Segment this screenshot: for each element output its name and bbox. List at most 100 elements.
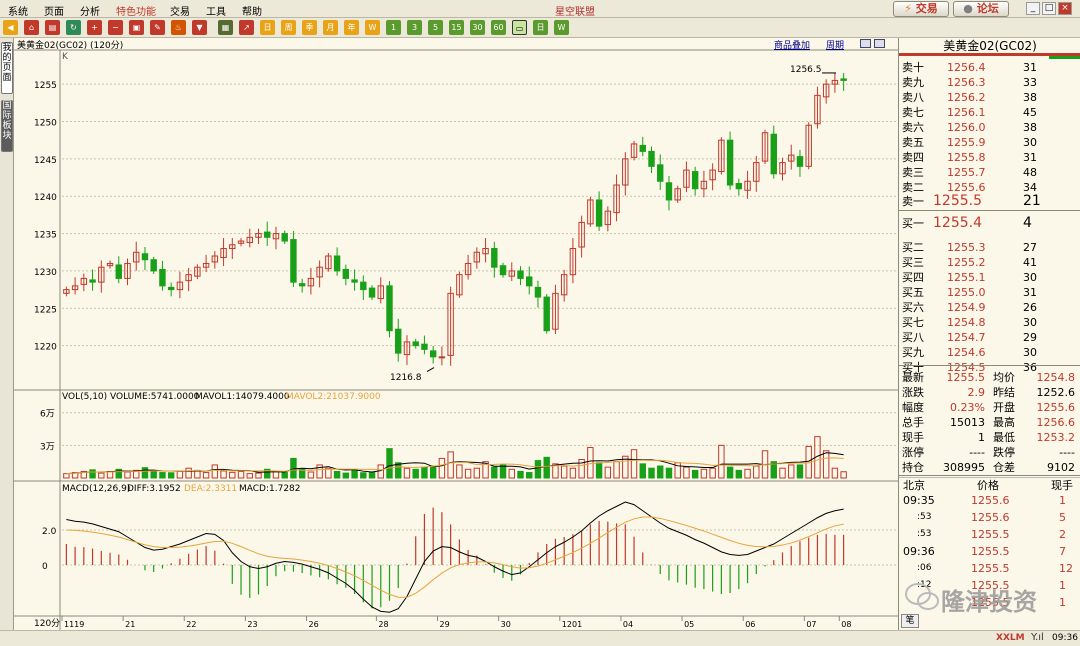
close-icon[interactable]: × <box>1058 2 1072 15</box>
calendar-week-icon[interactable]: 周 <box>281 20 296 35</box>
calendar-m-icon[interactable]: 月 <box>323 20 338 35</box>
stat-key: 涨跌 <box>902 386 924 399</box>
period-120-button[interactable]: ▭ <box>512 20 527 35</box>
tick-time: 09:36 <box>903 545 935 558</box>
period-1-button[interactable]: 1 <box>386 20 401 35</box>
line-chart-icon[interactable]: ↗ <box>239 20 254 35</box>
calendar-day-icon[interactable]: 日 <box>260 20 275 35</box>
menu-features[interactable]: 特色功能 <box>116 3 156 18</box>
tick-row: :53 1255.6 5 <box>899 510 1080 525</box>
volume-bar <box>342 472 350 479</box>
forum-button[interactable]: ● 论坛 <box>953 1 1009 17</box>
tick-price: 1255.6 <box>971 494 1010 507</box>
volume-bar <box>491 466 498 479</box>
tab-my-page[interactable]: 我的页面 <box>1 42 13 94</box>
stat-key: 昨结 <box>993 386 1015 399</box>
filter-icon[interactable]: ▼ <box>192 20 207 35</box>
pen-icon[interactable]: ✎ <box>150 20 165 35</box>
tab-intl-board[interactable]: 国际板块 <box>1 100 13 152</box>
volume-bar <box>255 472 262 479</box>
stat-row: 持仓 308995 仓差 9102 <box>899 460 1080 475</box>
back-icon[interactable]: ◀ <box>3 20 18 35</box>
home-icon[interactable]: ⌂ <box>24 20 39 35</box>
minimize-icon[interactable]: _ <box>1026 2 1040 15</box>
menu-page[interactable]: 页面 <box>44 3 64 18</box>
refresh-icon[interactable]: ↻ <box>66 20 81 35</box>
brush-icon[interactable]: ♨ <box>171 20 186 35</box>
stat-key: 最新 <box>902 371 924 384</box>
menu-analysis[interactable]: 分析 <box>80 3 100 18</box>
period-3-button[interactable]: 3 <box>407 20 422 35</box>
period-link[interactable]: 周期 <box>826 38 844 51</box>
stat-key: 跌停 <box>993 446 1015 459</box>
split-view-icon[interactable] <box>860 39 871 48</box>
bid-volume: 30 <box>1023 346 1037 359</box>
menu-help[interactable]: 帮助 <box>242 3 262 18</box>
ask-price: 1255.9 <box>947 136 986 149</box>
maximize-icon[interactable]: □ <box>1042 2 1056 15</box>
volume-bar <box>421 466 428 479</box>
period-30-button[interactable]: 30 <box>470 20 485 35</box>
volume-bar <box>220 470 227 479</box>
tick-qty: 12 <box>1059 562 1073 575</box>
volume-bar <box>796 464 804 479</box>
volume-bar <box>229 471 236 479</box>
volume-bar <box>691 469 699 479</box>
candle-body <box>298 283 306 287</box>
candle-body <box>726 139 734 186</box>
period-week-button[interactable]: W <box>554 20 569 35</box>
ask-volume: 45 <box>1023 106 1037 119</box>
period-w-button[interactable]: W <box>365 20 380 35</box>
volume-bar <box>333 470 341 479</box>
time-tick-label: 04 <box>623 620 633 629</box>
ask-row: 卖九 1256.3 33 <box>899 75 1080 90</box>
stat-key: 均价 <box>993 371 1015 384</box>
quote-divider <box>899 210 1080 211</box>
expand-view-icon[interactable] <box>874 39 885 48</box>
period-5-button[interactable]: 5 <box>428 20 443 35</box>
menu-trade[interactable]: 交易 <box>170 3 190 18</box>
table-icon[interactable]: ▦ <box>218 20 233 35</box>
volume-bar <box>630 449 638 479</box>
period-15-button[interactable]: 15 <box>449 20 464 35</box>
window-icon[interactable]: ▣ <box>129 20 144 35</box>
calendar-y-icon[interactable]: 年 <box>344 20 359 35</box>
volume-bar <box>211 464 219 479</box>
zoom-out-icon[interactable]: − <box>108 20 123 35</box>
menu-system[interactable]: 系统 <box>8 3 28 18</box>
period-60-button[interactable]: 60 <box>491 20 506 35</box>
ask-price: 1256.3 <box>947 76 986 89</box>
dea-line <box>66 516 844 598</box>
bid-row: 买七 1254.8 30 <box>899 315 1080 330</box>
tick-qty: 7 <box>1059 545 1066 558</box>
kline-chart[interactable]: 1220 1225 1230 1235 1240 1245 1250 1255 6万 3万 2.0 0… <box>14 38 898 630</box>
zoom-in-icon[interactable]: + <box>87 20 102 35</box>
toolbar: ◀ ⌂ ▤ ↻ + − ▣ ✎ ♨ ▼ ▦ ↗ 日 周 季 月 年 W 1 3 … <box>0 18 1080 38</box>
price-tick-label: 1245 <box>34 156 57 166</box>
overlay-link[interactable]: 商品叠加 <box>774 38 810 51</box>
stat-value: 308995 <box>943 461 985 474</box>
volume-bar <box>185 467 192 479</box>
period-day-button[interactable]: 日 <box>533 20 548 35</box>
time-tick-label: 26 <box>309 620 319 629</box>
menu-tools[interactable]: 工具 <box>206 3 226 18</box>
volume-tick-label: 6万 <box>40 410 55 420</box>
price-tick-label: 1225 <box>34 305 57 315</box>
status-bar: XXLM Y.ıl 09:36 <box>0 630 1080 646</box>
bid-label: 买八 <box>902 331 924 344</box>
watermark: 隆津投资 <box>905 580 1065 616</box>
tick-tab[interactable]: 笔 <box>901 614 919 628</box>
bid-row: 买五 1255.0 31 <box>899 285 1080 300</box>
trade-button[interactable]: ⚡ 交易 <box>893 1 949 17</box>
quote-list-icon[interactable]: ▤ <box>45 20 60 35</box>
signal-icon: Y.ıl <box>1031 632 1044 643</box>
calendar-month-icon[interactable]: 季 <box>302 20 317 35</box>
ask-volume: 38 <box>1023 121 1037 134</box>
tick-row: 09:35 1255.6 1 <box>899 493 1080 508</box>
stat-key: 幅度 <box>902 401 924 414</box>
candle-body <box>281 233 288 242</box>
diff-label: DIFF:3.1952 <box>127 484 181 494</box>
volume-bar <box>788 464 795 479</box>
stat-key: 最高 <box>993 416 1015 429</box>
candle-body <box>526 276 533 287</box>
